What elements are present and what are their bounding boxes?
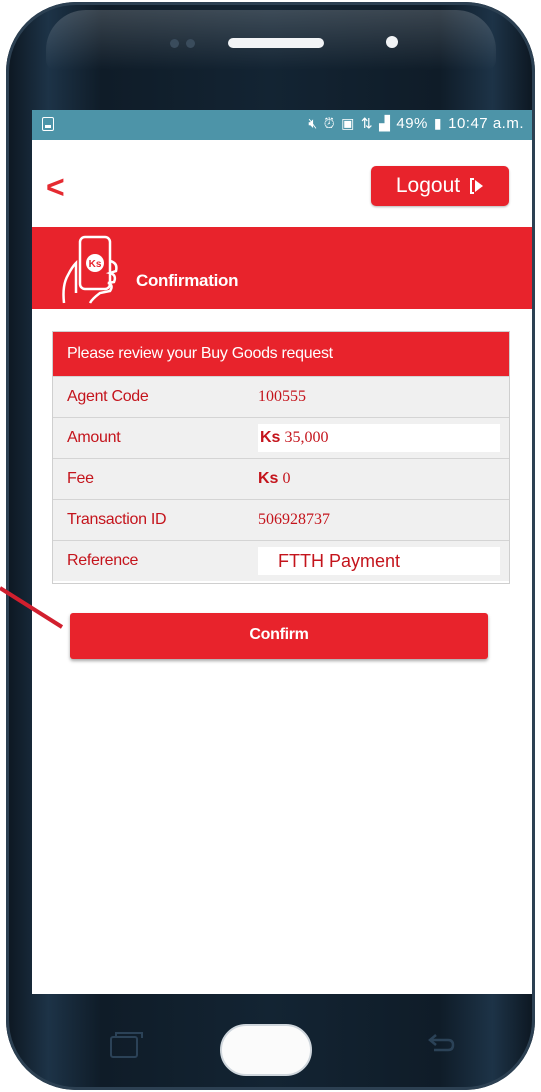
battery-icon: ▮ xyxy=(433,115,443,131)
row-value: Ks 35,000 xyxy=(258,424,500,452)
app-screen: 🔇︎ ⏰︎ ▣ ⇅ ▟ 49% ▮ 10:47 a.m. < Logout Ks… xyxy=(32,110,532,994)
home-button[interactable] xyxy=(220,1024,312,1076)
hand-phone-icon: Ks xyxy=(62,235,118,304)
recent-apps-key-icon[interactable] xyxy=(110,1032,143,1058)
alarm-icon: ⏰︎ xyxy=(323,115,336,131)
svg-text:Ks: Ks xyxy=(89,259,102,270)
clock: 10:47 a.m. xyxy=(448,115,524,132)
confirmation-banner: Ks Confirmation xyxy=(32,227,532,309)
mute-icon: 🔇︎ xyxy=(308,115,318,131)
row-value: 506928737 xyxy=(258,511,330,528)
battery-percent: 49% xyxy=(396,115,428,132)
row-label: Reference xyxy=(67,552,139,569)
review-title: Please review your Buy Goods request xyxy=(53,332,509,376)
row-label: Transaction ID xyxy=(67,511,167,528)
logout-icon xyxy=(470,177,484,195)
nfc-icon: ▣ xyxy=(341,115,355,131)
fee-value: 0 xyxy=(282,470,291,487)
back-key-icon[interactable] xyxy=(426,1032,456,1056)
amount-value: 35,000 xyxy=(284,429,329,446)
table-row: Transaction ID 506928737 xyxy=(53,499,509,540)
row-value: FTTH Payment xyxy=(258,547,500,575)
currency-label: Ks xyxy=(258,470,279,487)
table-row: Fee Ks 0 xyxy=(53,458,509,499)
table-row: Reference FTTH Payment xyxy=(53,540,509,581)
data-icon: ⇅ xyxy=(360,115,374,131)
logout-button[interactable]: Logout xyxy=(371,166,509,206)
currency-label: Ks xyxy=(260,429,281,446)
row-value: 100555 xyxy=(258,388,306,405)
sensor-dots xyxy=(166,37,210,49)
front-camera xyxy=(386,36,398,48)
banner-title: Confirmation xyxy=(136,271,239,290)
status-bar: 🔇︎ ⏰︎ ▣ ⇅ ▟ 49% ▮ 10:47 a.m. xyxy=(32,110,532,140)
row-value: Ks 0 xyxy=(258,465,290,493)
table-row: Agent Code 100555 xyxy=(53,376,509,417)
back-button[interactable]: < xyxy=(46,170,76,204)
row-label: Amount xyxy=(67,429,121,446)
logout-label: Logout xyxy=(395,174,461,197)
notification-icon xyxy=(42,117,54,131)
row-label: Agent Code xyxy=(67,388,149,405)
status-icons: 🔇︎ ⏰︎ ▣ ⇅ ▟ 49% ▮ 10:47 a.m. xyxy=(308,115,524,132)
review-card: Please review your Buy Goods request Age… xyxy=(52,331,510,584)
bottom-bezel xyxy=(6,996,535,1090)
confirm-button[interactable]: Confirm xyxy=(70,613,488,659)
row-label: Fee xyxy=(67,470,94,487)
table-row: Amount Ks 35,000 xyxy=(53,417,509,458)
earpiece-speaker xyxy=(228,38,324,48)
signal-icon: ▟ xyxy=(379,115,391,131)
